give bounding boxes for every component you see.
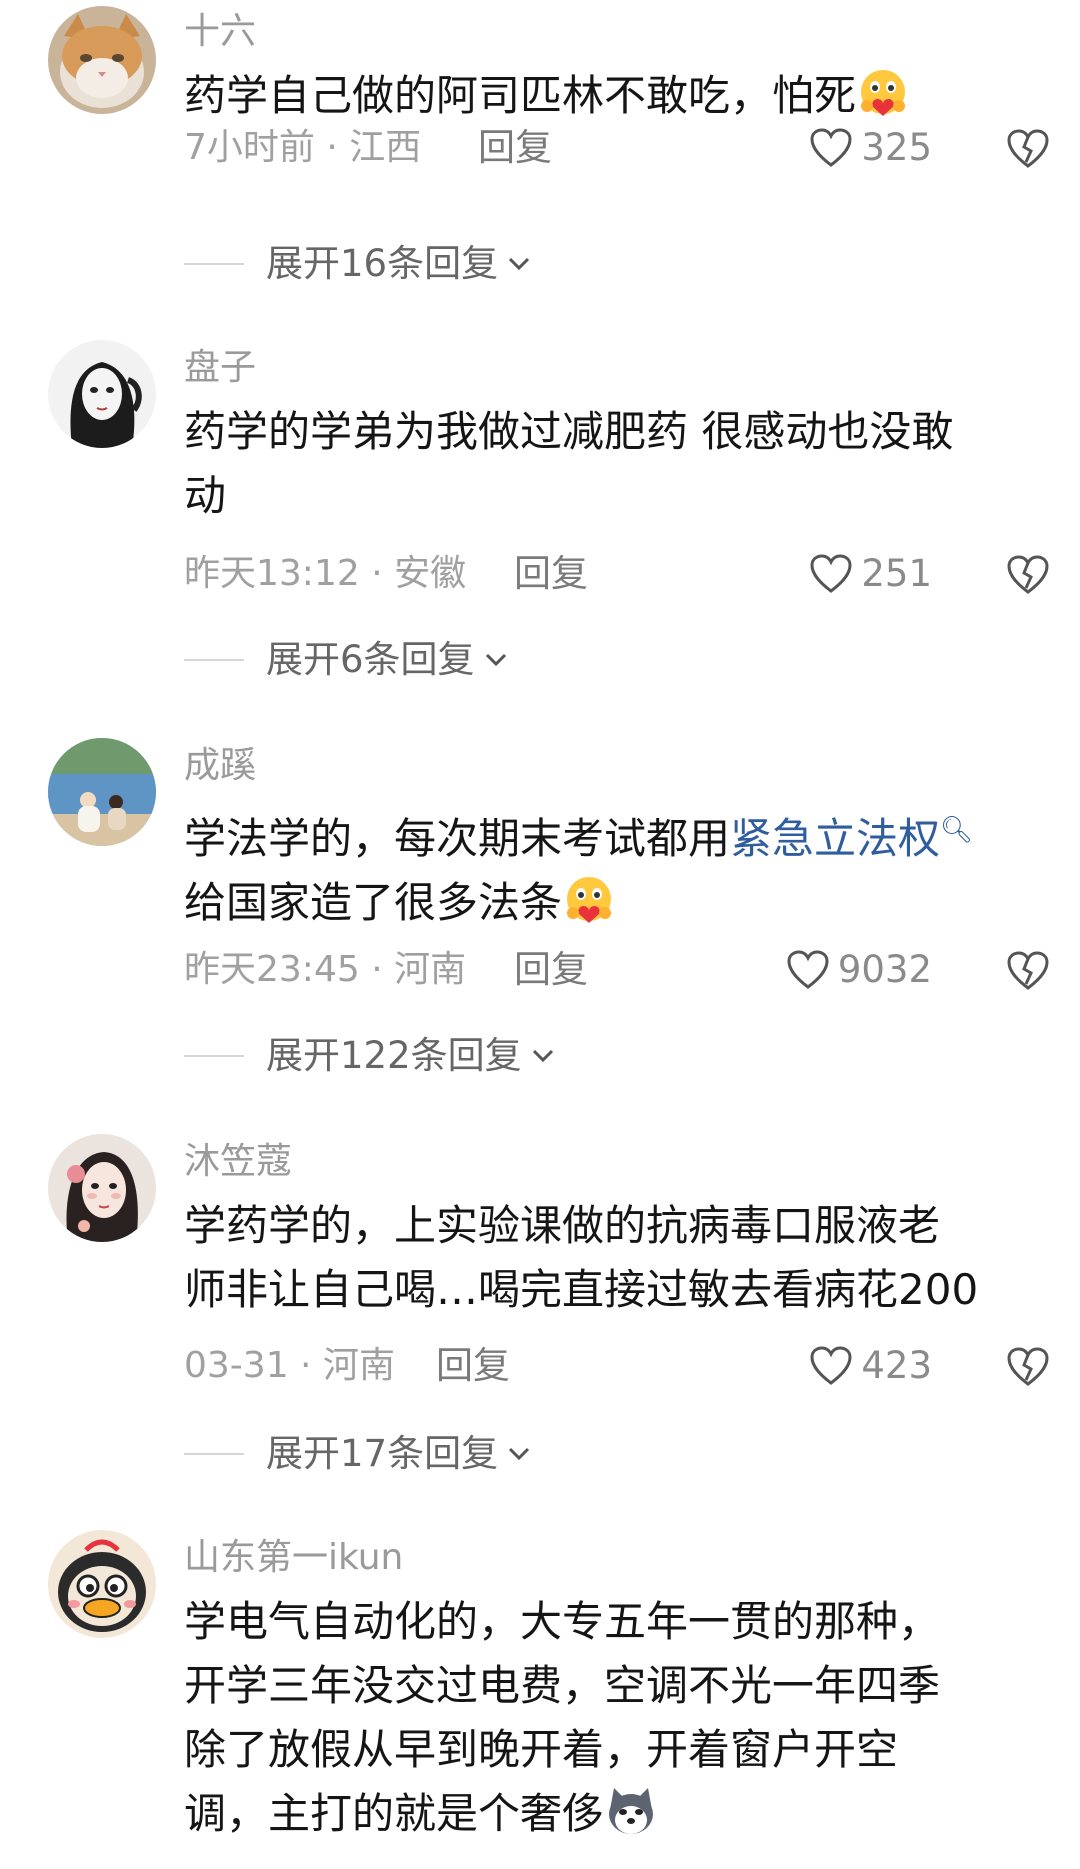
comment-meta: 03-31 · 河南 [184, 1345, 395, 1386]
like-button[interactable]: 325 [809, 126, 932, 170]
divider-line [184, 1055, 244, 1057]
divider-line [184, 1453, 244, 1455]
divider-line [184, 263, 244, 265]
comment-text-part: 师非让自己喝…喝完直接过敏去看病花200 [184, 1265, 979, 1314]
broken-heart-icon[interactable] [1006, 128, 1050, 170]
like-count: 9032 [837, 948, 932, 991]
chevron-down-icon [532, 1049, 553, 1063]
like-count: 423 [861, 1344, 932, 1387]
like-button[interactable]: 9032 [786, 948, 932, 992]
broken-heart-icon[interactable] [1006, 1346, 1050, 1388]
cat-avatar-icon[interactable] [48, 6, 156, 114]
expand-replies-button[interactable]: 展开6条回复 [184, 638, 513, 682]
husky-emoji-icon [609, 1788, 654, 1834]
username[interactable]: 十六 [184, 10, 256, 54]
comment-text-part: 学法学的，每次期末考试都用 [184, 814, 731, 863]
like-count: 251 [861, 552, 932, 595]
like-count: 325 [861, 126, 932, 169]
search-icon[interactable]: 🔍︎ [940, 815, 973, 845]
comment-text-part: 除了放假从早到晚开着，开着窗户开空 [184, 1725, 899, 1774]
comment-text: 药学自己做的阿司匹林不敢吃，怕死 [184, 64, 1024, 128]
comment-text-part: 开学三年没交过电费，空调不光一年四季 [184, 1661, 941, 1710]
username[interactable]: 沐笠蔻 [184, 1140, 292, 1184]
heart-icon [810, 128, 852, 167]
broken-heart-icon[interactable] [1006, 554, 1050, 596]
hug-emoji-icon [861, 70, 906, 116]
username[interactable]: 成蹊 [184, 744, 256, 788]
comment-meta: 7小时前 · 江西 [184, 127, 422, 168]
expand-replies-label: 展开6条回复 [266, 638, 475, 681]
heart-icon [810, 554, 852, 593]
heart-icon [787, 950, 829, 989]
lake-photo-avatar-icon[interactable] [48, 738, 156, 846]
expand-replies-label: 展开122条回复 [266, 1034, 522, 1077]
duck-avatar-icon[interactable] [48, 1530, 156, 1638]
comment-text-part: 药学的学弟为我做过减肥药 很感动也没敢 [184, 407, 954, 456]
comment-text-part: 给国家造了很多法条 [184, 878, 563, 927]
comment-meta: 昨天13:12 · 安徽 [184, 553, 467, 594]
username[interactable]: 盘子 [184, 346, 256, 390]
comment-text-part: 学药学的，上实验课做的抗病毒口服液老 [184, 1201, 941, 1250]
expand-replies-label: 展开17条回复 [266, 1432, 499, 1475]
comment-text: 学药学的，上实验课做的抗病毒口服液老 师非让自己喝…喝完直接过敏去看病花200 [184, 1194, 1024, 1322]
reply-button[interactable]: 回复 [514, 948, 588, 992]
expand-replies-label: 展开16条回复 [266, 242, 499, 285]
illustrated-girl-avatar-icon[interactable] [48, 1134, 156, 1242]
chevron-down-icon [485, 653, 506, 667]
comment-text: 学法学的，每次期末考试都用紧急立法权🔍︎ 给国家造了很多法条 [184, 798, 1024, 935]
divider-line [184, 659, 244, 661]
comment-text-part: 学电气自动化的，大专五年一贯的那种， [184, 1597, 941, 1646]
expand-replies-button[interactable]: 展开17条回复 [184, 1432, 536, 1476]
like-button[interactable]: 251 [809, 552, 932, 596]
expand-replies-button[interactable]: 展开122条回复 [184, 1034, 560, 1078]
chevron-down-icon [509, 257, 530, 271]
username[interactable]: 山东第一ikun [184, 1536, 403, 1580]
comment-text-part: 药学自己做的阿司匹林不敢吃，怕死 [184, 71, 857, 120]
reply-button[interactable]: 回复 [478, 126, 552, 170]
heart-icon [810, 1346, 852, 1385]
chevron-down-icon [509, 1447, 530, 1461]
girl-sketch-avatar-icon[interactable] [48, 340, 156, 448]
like-button[interactable]: 423 [809, 1344, 932, 1388]
expand-replies-button[interactable]: 展开16条回复 [184, 242, 536, 286]
legislation-power-link[interactable]: 紧急立法权 [730, 814, 940, 863]
reply-button[interactable]: 回复 [514, 552, 588, 596]
comment-meta: 昨天23:45 · 河南 [184, 949, 467, 990]
broken-heart-icon[interactable] [1006, 950, 1050, 992]
comment-text: 药学的学弟为我做过减肥药 很感动也没敢 动 [184, 400, 1024, 528]
comment-text-part: 动 [184, 471, 227, 520]
comment-text: 学电气自动化的，大专五年一贯的那种， 开学三年没交过电费，空调不光一年四季 除了… [184, 1590, 1024, 1846]
comment-text-part: 调，主打的就是个奢侈 [184, 1789, 605, 1838]
hug-emoji-icon [567, 877, 612, 923]
reply-button[interactable]: 回复 [436, 1344, 510, 1388]
